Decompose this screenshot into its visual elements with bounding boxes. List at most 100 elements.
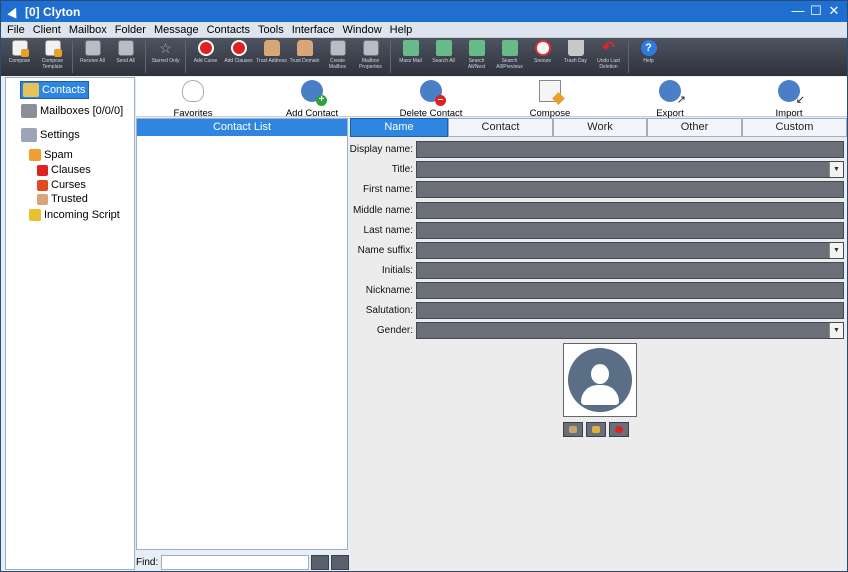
create-mailbox-button[interactable]: Create Mailbox <box>321 38 354 76</box>
avatar <box>568 348 632 412</box>
display-name-label: Display name: <box>349 144 413 155</box>
sidebar-item-settings[interactable]: Settings <box>21 128 80 142</box>
first-name-field[interactable] <box>416 181 844 198</box>
initials-field[interactable] <box>416 262 844 279</box>
menu-message[interactable]: Message <box>154 24 199 36</box>
name-suffix-select[interactable]: ▼ <box>416 242 844 259</box>
star-icon: ☆ <box>159 40 172 56</box>
import-icon <box>778 80 805 106</box>
menu-contacts[interactable]: Contacts <box>207 24 250 36</box>
delete-contact-button[interactable]: Delete Contact <box>376 77 486 119</box>
menu-tools[interactable]: Tools <box>258 24 284 36</box>
photo-remove-button[interactable] <box>609 422 629 437</box>
salutation-field[interactable] <box>416 302 844 319</box>
trash-day-button[interactable]: Trash Day <box>559 38 592 76</box>
nickname-label: Nickname: <box>365 285 413 296</box>
compose-template-button[interactable]: Compose Template <box>36 38 69 76</box>
tab-custom[interactable]: Custom <box>742 118 847 137</box>
gender-row: Gender: ▼ <box>350 322 847 340</box>
help-button[interactable]: ? Help <box>632 38 665 76</box>
trust-address-button[interactable]: Trust Address <box>255 38 288 76</box>
export-button[interactable]: Export <box>615 77 725 119</box>
snooze-button[interactable]: Snooze <box>526 38 559 76</box>
sidebar-item-spam[interactable]: Spam <box>29 149 73 161</box>
menu-window[interactable]: Window <box>343 24 382 36</box>
sidebar-item-mailboxes[interactable]: Mailboxes [0/0/0] <box>21 104 123 118</box>
compose-contact-button[interactable]: Compose <box>495 77 605 119</box>
search-all-label: Search All <box>432 58 455 64</box>
add-contact-button[interactable]: Add Contact <box>257 77 367 119</box>
chevron-down-icon[interactable]: ▼ <box>829 323 843 338</box>
add-curse-button[interactable]: Add Curse <box>189 38 222 76</box>
delete-contact-icon <box>420 80 446 106</box>
mass-mail-button[interactable]: Mass Mail <box>394 38 427 76</box>
title-select[interactable]: ▼ <box>416 161 844 178</box>
sidebar-item-clauses[interactable]: Clauses <box>37 164 91 176</box>
middle-name-label: Middle name: <box>352 205 413 216</box>
tab-contact[interactable]: Contact <box>448 118 553 137</box>
sidebar-item-incoming-script[interactable]: Incoming Script <box>29 209 120 221</box>
tab-other[interactable]: Other <box>647 118 742 137</box>
find-next-button[interactable] <box>331 554 349 570</box>
menu-folder[interactable]: Folder <box>115 24 146 36</box>
search-all-button[interactable]: Search All <box>427 38 460 76</box>
compose-button[interactable]: Compose <box>3 38 36 76</box>
curses-icon <box>37 179 48 191</box>
search-previous-button[interactable]: Search All/Previous <box>493 38 526 76</box>
nickname-field[interactable] <box>416 282 844 299</box>
undo-last-deletion-button[interactable]: ↶ Undo Last Deletion <box>592 38 625 76</box>
folder-icon <box>592 426 600 433</box>
starred-only-button[interactable]: ☆ Starred Only <box>149 38 182 76</box>
add-curse-label: Add Curse <box>193 58 218 64</box>
photo-folder-button[interactable] <box>586 422 606 437</box>
last-name-field[interactable] <box>416 222 844 239</box>
menu-mailbox[interactable]: Mailbox <box>69 24 107 36</box>
add-clauses-button[interactable]: Add Clauses <box>222 38 255 76</box>
minimize-button[interactable]: — <box>789 3 807 19</box>
maximize-button[interactable]: ☐ <box>807 3 825 19</box>
chevron-down-icon[interactable]: ▼ <box>829 243 843 258</box>
contact-photo[interactable] <box>563 343 637 417</box>
trust-domain-icon <box>296 40 313 56</box>
tab-name[interactable]: Name <box>350 118 448 137</box>
sidebar-item-contacts[interactable]: Contacts <box>20 81 90 99</box>
find-input[interactable] <box>161 554 310 570</box>
title-label: Title: <box>391 164 413 175</box>
close-button[interactable]: ✕ <box>825 3 843 19</box>
display-name-field[interactable] <box>416 141 844 158</box>
menu-interface[interactable]: Interface <box>292 24 335 36</box>
import-button[interactable]: Import <box>734 77 844 119</box>
script-icon <box>29 209 41 221</box>
tab-work[interactable]: Work <box>553 118 647 137</box>
menu-help[interactable]: Help <box>390 24 413 36</box>
initials-label: Initials: <box>381 265 413 276</box>
title-bar: [0] Clyton — ☐ ✕ <box>1 1 847 22</box>
favorites-button[interactable]: Favorites <box>138 77 248 119</box>
receive-all-button[interactable]: Receive All <box>76 38 109 76</box>
find-previous-button[interactable] <box>311 554 330 570</box>
menu-client[interactable]: Client <box>33 24 61 36</box>
mailbox-properties-button[interactable]: Mailbox Properties <box>354 38 387 76</box>
search-all-icon <box>435 40 452 56</box>
menu-file[interactable]: File <box>7 24 25 36</box>
sidebar-item-label: Curses <box>51 179 86 191</box>
mailbox-properties-label: Mailbox Properties <box>359 58 382 70</box>
sidebar-item-curses[interactable]: Curses <box>37 179 86 191</box>
middle-name-field[interactable] <box>416 202 844 219</box>
compose-template-label: Compose Template <box>41 58 64 70</box>
add-curse-icon <box>197 40 214 56</box>
trust-domain-button[interactable]: Trust Domain <box>288 38 321 76</box>
first-name-label: First name: <box>362 184 413 195</box>
navigation-sidebar: Contacts Mailboxes [0/0/0] Settings Spam… <box>5 77 135 570</box>
find-bar: Find: <box>136 553 349 571</box>
chevron-down-icon[interactable]: ▼ <box>829 162 843 177</box>
undo-icon: ↶ <box>602 39 615 56</box>
window-controls: — ☐ ✕ <box>789 3 843 19</box>
sidebar-item-trusted[interactable]: Trusted <box>37 193 88 205</box>
send-all-button[interactable]: Send All <box>109 38 142 76</box>
last-name-row: Last name: <box>350 222 847 240</box>
gender-select[interactable]: ▼ <box>416 322 844 339</box>
photo-load-button[interactable] <box>563 422 583 437</box>
search-next-button[interactable]: Search All/Next <box>460 38 493 76</box>
contact-list-panel[interactable]: Contact List <box>136 118 348 550</box>
